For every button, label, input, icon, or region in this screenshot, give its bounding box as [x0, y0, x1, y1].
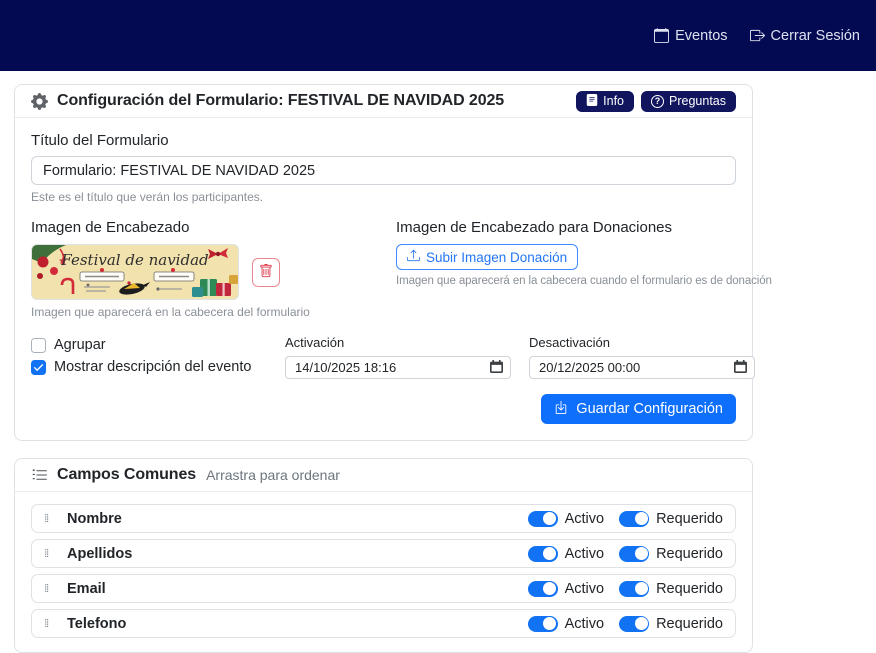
- gear-icon: [31, 93, 48, 110]
- field-name: Nombre: [67, 511, 122, 527]
- active-toggle[interactable]: [528, 581, 558, 597]
- calendar-icon: [654, 28, 669, 43]
- common-fields-list: Nombre Activo Requerido Apellidos Activo Requ…: [15, 492, 752, 652]
- upload-donation-image-label: Subir Imagen Donación: [426, 250, 567, 265]
- common-fields-title: Campos Comunes: [57, 466, 196, 484]
- form-title-help: Este es el título que verán los particip…: [31, 190, 736, 204]
- form-title-label: Título del Formulario: [31, 132, 736, 149]
- top-navbar: Eventos Cerrar Sesión: [0, 0, 876, 71]
- checkbox[interactable]: [31, 360, 46, 375]
- deactivation-datetime-value: 20/12/2025 00:00: [539, 360, 640, 375]
- header-image-help: Imagen que aparecerá en la cabecera del …: [31, 305, 396, 319]
- common-fields-card: Campos Comunes Arrastra para ordenar Nom…: [14, 458, 753, 653]
- sort-list-icon: [31, 467, 48, 484]
- form-title-input[interactable]: [31, 156, 736, 185]
- field-row: Nombre Activo Requerido: [31, 504, 736, 533]
- activation-datetime-input[interactable]: 14/10/2025 18:16: [285, 356, 511, 379]
- nav-cerrar-sesion-label: Cerrar Sesión: [771, 28, 860, 44]
- grip-vertical-icon[interactable]: [42, 546, 52, 561]
- field-name: Email: [67, 581, 106, 597]
- upload-donation-image-button[interactable]: Subir Imagen Donación: [396, 244, 578, 270]
- active-toggle-label: Activo: [565, 511, 605, 527]
- active-toggle[interactable]: [528, 511, 558, 527]
- deactivation-label: Desactivación: [529, 335, 755, 350]
- active-toggle-label: Activo: [565, 546, 605, 562]
- donation-image-help: Imagen que aparecerá en la cabecera cuan…: [396, 275, 736, 287]
- banner-title-text: Festival de navidad: [60, 251, 208, 269]
- field-name: Apellidos: [67, 546, 132, 562]
- question-circle-icon: ?: [651, 95, 664, 108]
- delete-image-button[interactable]: [252, 258, 280, 287]
- field-row: Apellidos Activo Requerido: [31, 539, 736, 568]
- checkbox[interactable]: [31, 338, 46, 353]
- nav-eventos[interactable]: Eventos: [654, 28, 727, 44]
- required-toggle-label: Requerido: [656, 511, 723, 527]
- save-configuration-label: Guardar Configuración: [576, 401, 723, 417]
- journal-icon: [586, 94, 598, 109]
- drag-to-order-hint: Arrastra para ordenar: [206, 467, 340, 483]
- checkbox-label: Agrupar: [54, 337, 106, 353]
- logout-icon: [750, 28, 765, 43]
- page-title: Configuración del Formulario: FESTIVAL D…: [57, 92, 504, 110]
- nav-cerrar-sesion[interactable]: Cerrar Sesión: [750, 28, 860, 44]
- config-card-header: Configuración del Formulario: FESTIVAL D…: [15, 85, 752, 118]
- common-fields-header: Campos Comunes Arrastra para ordenar: [15, 459, 752, 492]
- calendar-picker-icon[interactable]: [734, 360, 747, 376]
- calendar-picker-icon[interactable]: [490, 360, 503, 376]
- header-image-label: Imagen de Encabezado: [31, 219, 396, 236]
- required-toggle-label: Requerido: [656, 546, 723, 562]
- info-button[interactable]: Info: [576, 91, 634, 112]
- upload-icon: [407, 249, 420, 265]
- donation-image-label: Imagen de Encabezado para Donaciones: [396, 219, 736, 236]
- field-row: TelefonoActivoRequerido: [31, 609, 736, 638]
- activation-datetime-value: 14/10/2025 18:16: [295, 360, 396, 375]
- required-toggle[interactable]: [619, 511, 649, 527]
- nav-eventos-label: Eventos: [675, 28, 727, 44]
- active-toggle[interactable]: [528, 546, 558, 562]
- activation-label: Activación: [285, 335, 511, 350]
- checkbox-label: Mostrar descripción del evento: [54, 359, 251, 375]
- required-toggle-label: Requerido: [656, 581, 723, 597]
- trash-icon: [259, 264, 273, 281]
- active-toggle-label: Activo: [565, 581, 605, 597]
- grip-vertical-icon[interactable]: [42, 511, 52, 526]
- required-toggle[interactable]: [619, 546, 649, 562]
- required-toggle[interactable]: [619, 581, 649, 597]
- header-image-thumbnail[interactable]: Festival de navidad: [31, 244, 239, 300]
- field-row: Email Activo Requerido: [31, 574, 736, 603]
- deactivation-datetime-input[interactable]: 20/12/2025 00:00: [529, 356, 755, 379]
- info-button-label: Info: [603, 94, 624, 108]
- preguntas-button[interactable]: ? Preguntas: [641, 91, 736, 112]
- grip-vertical-icon[interactable]: [42, 616, 52, 631]
- grip-vertical-icon[interactable]: [42, 581, 52, 596]
- options-checkbox-list: Agrupar Mostrar descripción del evento: [31, 335, 285, 379]
- config-card: Configuración del Formulario: FESTIVAL D…: [14, 84, 753, 441]
- checkbox-row: Mostrar descripción del evento: [31, 359, 285, 375]
- checkbox-row: Agrupar: [31, 337, 285, 353]
- save-configuration-button[interactable]: Guardar Configuración: [541, 394, 736, 424]
- preguntas-button-label: Preguntas: [669, 94, 726, 108]
- save-icon: [554, 400, 568, 418]
